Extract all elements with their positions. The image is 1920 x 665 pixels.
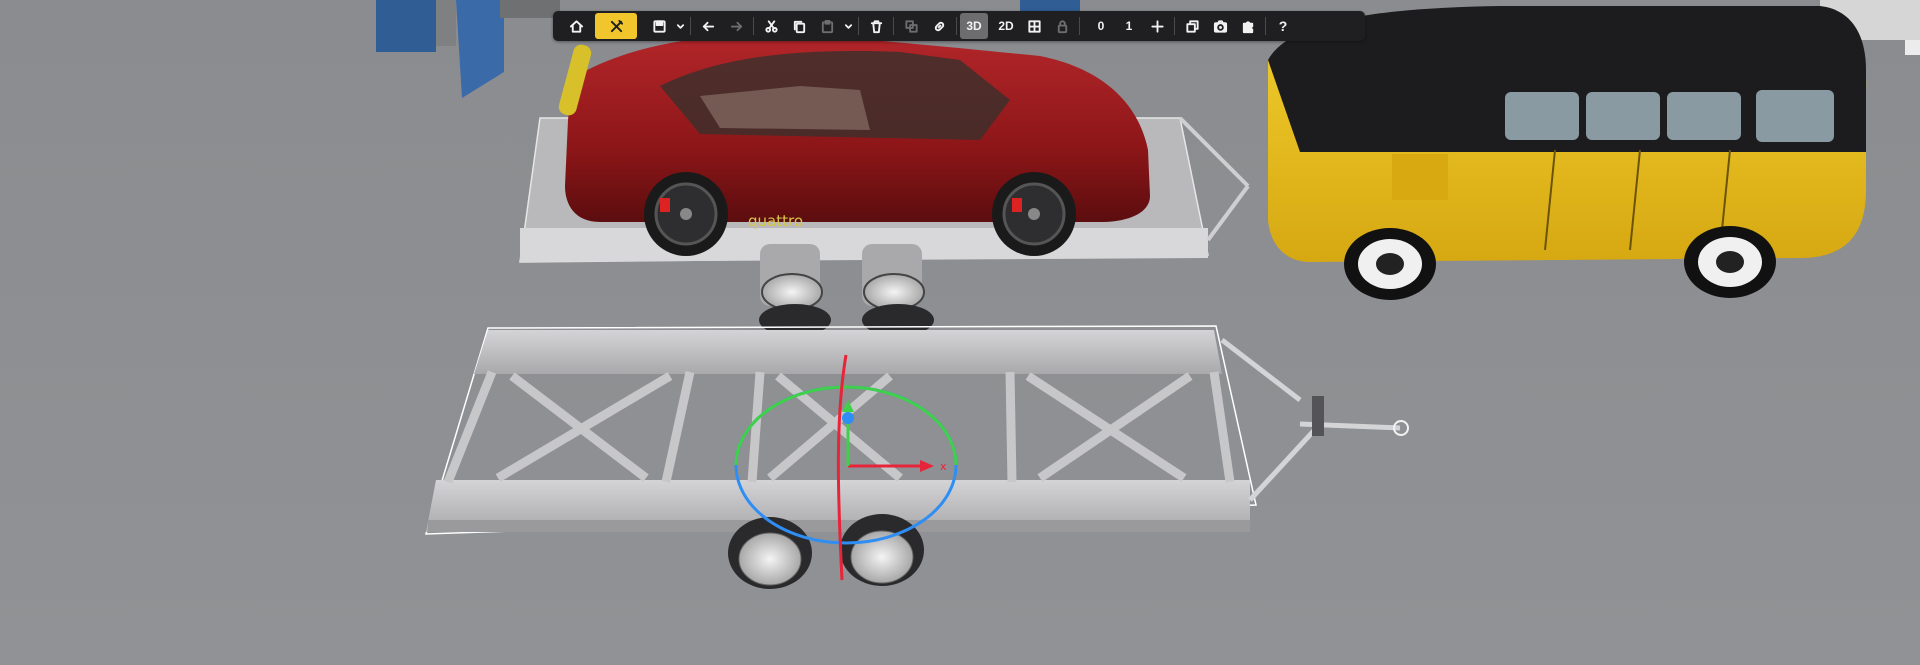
cut-button[interactable] [757, 13, 785, 39]
grid-button[interactable] [1020, 13, 1048, 39]
help-button[interactable]: ? [1269, 13, 1297, 39]
view-3d-button[interactable]: 3D [960, 13, 988, 39]
home-button[interactable] [557, 13, 595, 39]
layers-icon [1185, 19, 1199, 33]
view-2d-button[interactable]: 2D [992, 13, 1020, 39]
chevron-down-icon [676, 23, 684, 29]
toolbar-separator [1079, 17, 1080, 35]
camera-button[interactable] [1206, 13, 1234, 39]
counter-b[interactable]: 1 [1115, 13, 1143, 39]
link-icon [934, 21, 944, 31]
add-button[interactable] [1143, 13, 1171, 39]
copy-icon [793, 20, 805, 33]
toolbar-separator [1265, 17, 1266, 35]
toolbar-separator [1174, 17, 1175, 35]
undo-button[interactable] [694, 13, 722, 39]
lock-button[interactable] [1048, 13, 1076, 39]
arrow-right-icon [730, 21, 742, 31]
toolbar-separator [753, 17, 754, 35]
paste-dropdown[interactable] [841, 13, 855, 39]
camera-icon [1213, 19, 1227, 33]
layers-button[interactable] [1178, 13, 1206, 39]
save-dropdown[interactable] [673, 13, 687, 39]
puzzle-icon [1242, 20, 1253, 33]
plugins-button[interactable] [1234, 13, 1262, 39]
group-button[interactable] [897, 13, 925, 39]
home-icon [569, 19, 583, 33]
link-button[interactable] [925, 13, 953, 39]
copy-button[interactable] [785, 13, 813, 39]
toolbar-separator [956, 17, 957, 35]
toolbar-separator [858, 17, 859, 35]
tools-icon [610, 19, 623, 32]
move-axis-z-handle[interactable] [842, 412, 854, 424]
main-toolbar: 3D 2D 0 1 ? [553, 11, 1365, 41]
chevron-down-icon [844, 23, 852, 29]
arrow-left-icon [702, 21, 714, 31]
car-badge-text: quattro [748, 212, 803, 230]
save-button[interactable] [645, 13, 673, 39]
toolbar-separator [893, 17, 894, 35]
yellow-van[interactable] [1268, 6, 1867, 300]
lock-icon [1057, 19, 1067, 33]
gizmo-axis-label: x [940, 460, 947, 473]
paste-button[interactable] [813, 13, 841, 39]
delete-button[interactable] [862, 13, 890, 39]
paste-icon [821, 19, 833, 33]
toolbar-separator [690, 17, 691, 35]
3d-viewport[interactable]: quattro x [0, 0, 1920, 665]
grid-icon [1027, 19, 1041, 33]
tools-button[interactable] [595, 13, 637, 39]
redo-button[interactable] [722, 13, 750, 39]
save-icon [652, 19, 666, 33]
counter-a[interactable]: 0 [1087, 13, 1115, 39]
trash-icon [870, 19, 882, 33]
plus-icon [1150, 19, 1164, 33]
group-icon [904, 19, 918, 33]
scissors-icon [764, 19, 778, 33]
